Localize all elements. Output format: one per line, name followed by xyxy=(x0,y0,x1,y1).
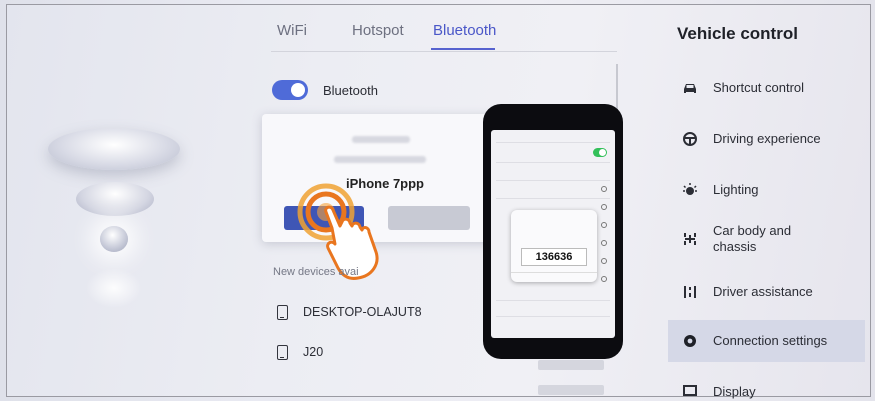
info-icon xyxy=(601,276,607,282)
menu-item-car-body-chassis[interactable]: Car body and chassis xyxy=(668,222,865,256)
car-icon xyxy=(684,84,696,93)
menu-label-line2: chassis xyxy=(713,239,757,254)
phone-icon xyxy=(277,305,288,320)
blurred-title xyxy=(352,136,410,143)
tab-hotspot[interactable]: Hotspot xyxy=(352,22,404,39)
phone-pairing-dialog: 136636 xyxy=(511,210,597,282)
info-icon xyxy=(601,204,607,210)
menu-label: Display xyxy=(713,384,756,399)
phone-bluetooth-switch xyxy=(593,148,607,157)
connection-icon xyxy=(684,335,696,347)
info-icon xyxy=(601,186,607,192)
driver-assist-icon xyxy=(684,286,696,298)
info-icon xyxy=(601,240,607,246)
device-label: DESKTOP-OLAJUT8 xyxy=(303,305,422,319)
menu-item-driver-assistance[interactable]: Driver assistance xyxy=(668,280,865,306)
menu-item-shortcut-control[interactable]: Shortcut control xyxy=(668,75,865,101)
menu-item-lighting[interactable]: Lighting xyxy=(668,177,865,203)
light-icon xyxy=(683,183,697,195)
menu-label: Driving experience xyxy=(713,131,821,146)
phone-screen: 136636 xyxy=(491,130,615,338)
menu-item-display[interactable]: Display xyxy=(668,382,865,401)
new-devices-heading: New devices avai xyxy=(273,266,359,278)
menu-label: Driver assistance xyxy=(713,284,813,299)
menu-item-connection-settings[interactable]: Connection settings xyxy=(668,320,865,362)
tab-bluetooth[interactable]: Bluetooth xyxy=(433,22,496,39)
pairing-code: 136636 xyxy=(521,248,587,266)
info-icon xyxy=(601,258,607,264)
menu-label: Car body and xyxy=(713,223,792,238)
display-icon xyxy=(683,385,697,396)
bluetooth-toggle[interactable] xyxy=(272,80,308,100)
blurred-text xyxy=(334,156,426,163)
menu-label: Lighting xyxy=(713,182,759,197)
info-icon xyxy=(601,222,607,228)
active-tab-indicator xyxy=(431,48,495,50)
menu-item-driving-experience[interactable]: Driving experience xyxy=(668,126,865,152)
headlight-illustration xyxy=(40,120,190,320)
panel-title: Vehicle control xyxy=(677,24,798,43)
hidden-button xyxy=(538,360,604,370)
device-label: J20 xyxy=(303,345,324,359)
chassis-icon xyxy=(684,233,696,245)
device-item-desktop[interactable]: DESKTOP-OLAJUT8 xyxy=(273,302,473,324)
phone-overlay: 136636 xyxy=(483,104,623,359)
menu-label: Shortcut control xyxy=(713,80,805,95)
hidden-button xyxy=(538,385,604,395)
tab-wifi[interactable]: WiFi xyxy=(277,22,307,39)
menu-label: Connection settings xyxy=(713,333,828,348)
connection-tabs: WiFi Hotspot Bluetooth xyxy=(271,20,617,52)
steering-wheel-icon xyxy=(683,132,697,146)
bluetooth-label: Bluetooth xyxy=(323,83,378,98)
device-item-j20[interactable]: J20 xyxy=(273,342,473,364)
phone-icon xyxy=(277,345,288,360)
